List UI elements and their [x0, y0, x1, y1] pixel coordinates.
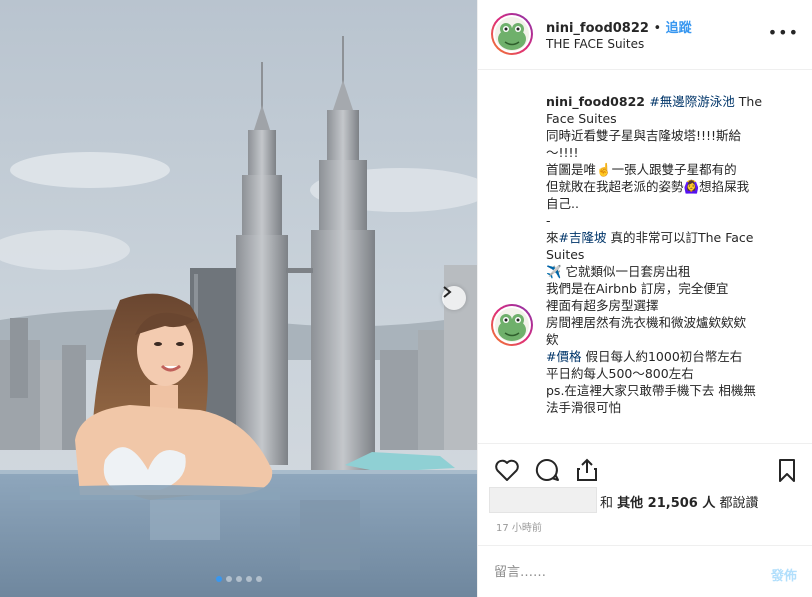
caption-line-text: - — [546, 213, 551, 228]
caption-line: 平日約每人500～800左右 — [546, 365, 786, 382]
carousel-dot — [255, 576, 262, 582]
caption-line-text: 同時近看雙子星與吉隆坡塔!!!!斯給 — [546, 128, 742, 143]
caption-line: 首圖是唯☝️一張人跟雙子星都有的 — [546, 161, 786, 178]
caption-line-text: ps.在這裡大家只敢帶手機下去 相機無 — [546, 383, 756, 398]
caption-line-text: ✈️ 它就類似一日套房出租 — [546, 264, 691, 279]
comment-icon[interactable] — [533, 456, 561, 484]
carousel-dot — [215, 576, 222, 582]
likes-text: 和 其他 21,506 人 都說讚 — [600, 492, 759, 511]
caption-line: nini_food0822 #無邊際游泳池 The — [546, 93, 786, 110]
caption-line: 裡面有超多房型選擇 — [546, 297, 786, 314]
likes-others-link[interactable]: 其他 21,506 人 — [617, 496, 715, 511]
caption-line: ps.在這裡大家只敢帶手機下去 相機無 — [546, 382, 786, 399]
hashtag-link[interactable]: #無邊際游泳池 — [649, 94, 734, 109]
post-header: nini_food0822 • 追蹤 THE FACE Suites ••• — [478, 0, 812, 70]
chevron-right-icon — [443, 286, 452, 298]
caption-line: ✈️ 它就類似一日套房出租 — [546, 263, 786, 280]
carousel-dot — [245, 576, 252, 582]
location-link[interactable]: THE FACE Suites — [546, 37, 644, 51]
caption-text: nini_food0822 #無邊際游泳池 The Face Suites 同時近看… — [546, 93, 786, 416]
caption-line: ～!!!! — [546, 144, 786, 161]
header-username-row: nini_food0822 • 追蹤 — [546, 17, 692, 36]
likes-row: 和 其他 21,506 人 都說讚 — [478, 487, 812, 513]
action-bar — [478, 443, 812, 493]
caption-line: 自己.. — [546, 195, 786, 212]
hashtag-link[interactable]: #吉隆坡 — [559, 230, 607, 245]
caption-line-prefix: 來 — [546, 230, 559, 245]
bookmark-icon[interactable] — [773, 456, 801, 484]
share-icon[interactable] — [573, 456, 601, 484]
caption-line-text: 法手滑很可怕 — [546, 400, 622, 415]
liked-by-avatars — [489, 487, 597, 513]
follow-button[interactable]: 追蹤 — [666, 21, 692, 36]
caption-line-text: 欸 — [546, 332, 559, 347]
caption-line: 房間裡居然有洗衣機和微波爐欸欸欸 — [546, 314, 786, 331]
frog-avatar-icon — [495, 308, 529, 342]
likes-suffix: 都說讚 — [715, 496, 759, 511]
avatar[interactable] — [491, 13, 533, 55]
caption-line: 來#吉隆坡 真的非常可以訂The Face — [546, 229, 786, 246]
carousel-dot — [235, 576, 242, 582]
carousel-indicator — [0, 576, 477, 582]
caption-line-text: 首圖是唯☝️一張人跟雙子星都有的 — [546, 162, 737, 177]
comment-input[interactable] — [494, 565, 754, 580]
post-photo[interactable] — [0, 0, 477, 597]
hashtag-link[interactable]: #價格 — [546, 349, 581, 364]
caption-line: 但就敗在我超老派的姿勢🙆‍♀️想掐屎我 — [546, 178, 786, 195]
caption-line-text: ～!!!! — [546, 145, 579, 160]
caption-line: - — [546, 212, 786, 229]
likes-prefix: 和 — [600, 496, 618, 511]
instagram-post: nini_food0822 • 追蹤 THE FACE Suites ••• n… — [0, 0, 812, 597]
caption-line: 欸 — [546, 331, 786, 348]
avatar[interactable] — [491, 304, 533, 346]
caption-line-text: The — [734, 94, 763, 109]
next-photo-button[interactable] — [442, 286, 466, 310]
caption-line: #價格 假日每人約1000初台幣左右 — [546, 348, 786, 365]
photo-scene — [0, 0, 477, 597]
comment-box: 發佈 — [478, 545, 812, 597]
caption-line-text: 真的非常可以訂The Face — [606, 230, 754, 245]
post-comment-button[interactable]: 發佈 — [771, 565, 797, 584]
carousel-dot — [225, 576, 232, 582]
caption-line-text: 平日約每人500～800左右 — [546, 366, 694, 381]
caption-line-text: Face Suites — [546, 111, 617, 126]
caption-line-text: 但就敗在我超老派的姿勢🙆‍♀️想掐屎我 — [546, 179, 750, 194]
more-options-button[interactable]: ••• — [768, 25, 799, 41]
frog-avatar-icon — [495, 17, 529, 51]
caption-line: 法手滑很可怕 — [546, 399, 786, 416]
heart-icon[interactable] — [493, 456, 521, 484]
caption-line: 我們是在Airbnb 訂房，完全便宜 — [546, 280, 786, 297]
caption-line-text: Suites — [546, 247, 585, 262]
separator-dot: • — [653, 21, 662, 36]
caption-area: nini_food0822 #無邊際游泳池 The Face Suites 同時近看… — [478, 71, 812, 443]
caption-line-text: 自己.. — [546, 196, 579, 211]
caption-line-text: 房間裡居然有洗衣機和微波爐欸欸欸 — [546, 315, 747, 330]
post-timestamp[interactable]: 17 小時前 — [496, 519, 542, 534]
header-username[interactable]: nini_food0822 — [546, 21, 649, 36]
more-dots-icon: ••• — [767, 23, 799, 42]
post-side-panel: nini_food0822 • 追蹤 THE FACE Suites ••• n… — [477, 0, 812, 597]
caption-line-text: 我們是在Airbnb 訂房，完全便宜 — [546, 281, 729, 296]
caption-line-text: 裡面有超多房型選擇 — [546, 298, 659, 313]
caption-line-text: 假日每人約1000初台幣左右 — [581, 349, 743, 364]
caption-line: 同時近看雙子星與吉隆坡塔!!!!斯給 — [546, 127, 786, 144]
caption-line: Suites — [546, 246, 786, 263]
caption-line: Face Suites — [546, 110, 786, 127]
caption-username[interactable]: nini_food0822 — [546, 94, 649, 109]
